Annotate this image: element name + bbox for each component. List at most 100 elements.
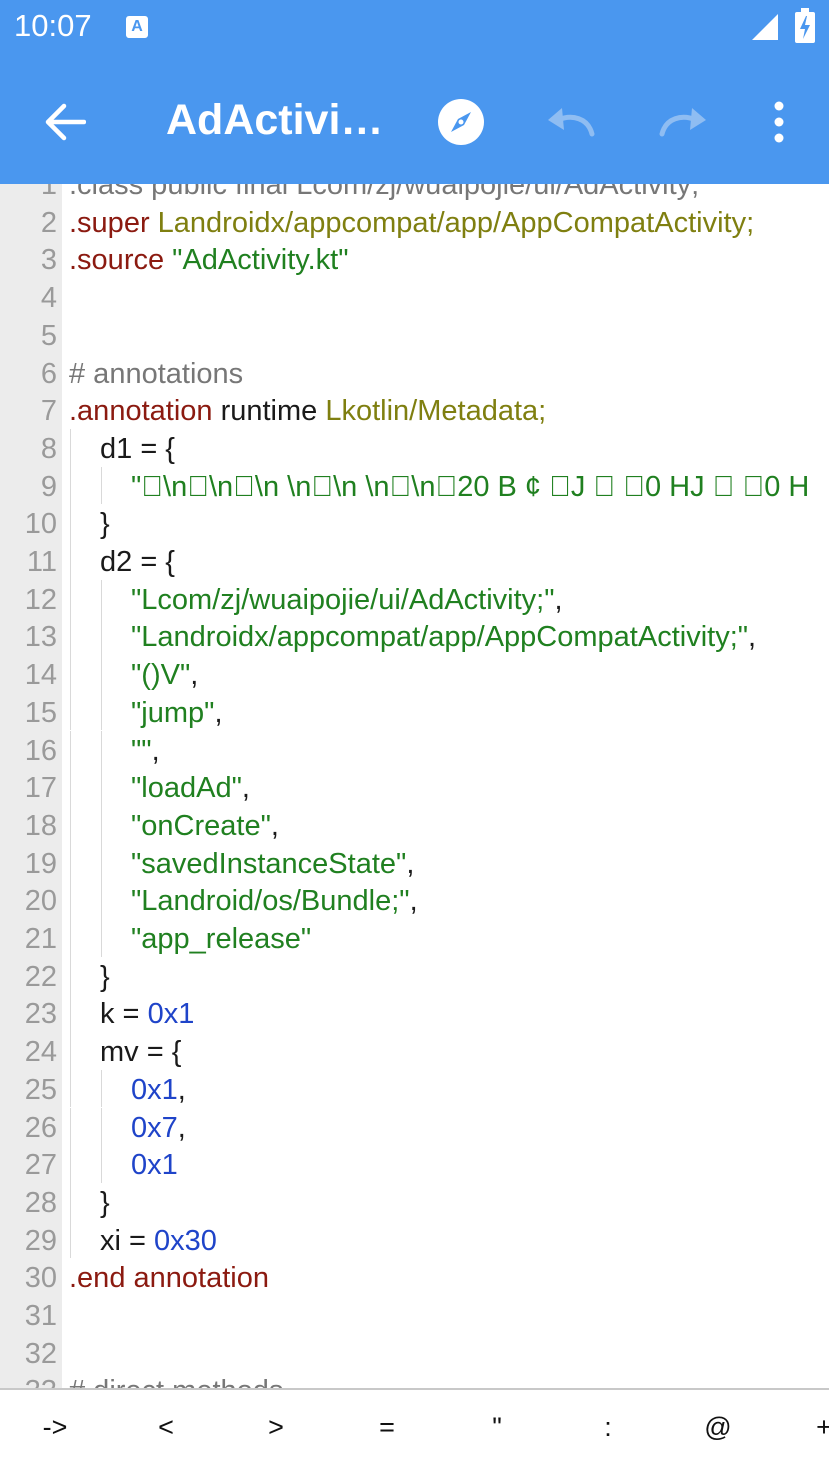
code-text: k = 0x1: [100, 998, 194, 1031]
symbol-key[interactable]: ": [467, 1412, 527, 1443]
symbol-key[interactable]: +: [794, 1412, 829, 1443]
code-text: xi = 0x30: [100, 1225, 217, 1258]
code-token: d2 = {: [100, 546, 175, 578]
code-line[interactable]: 1 .class public final Lcom/zj/wuaipojie/u…: [0, 184, 829, 203]
code-line[interactable]: 5: [0, 316, 829, 354]
code-text: " \n\n\n \n\n \n\n 20 B ¢ J  0 HJ…: [131, 471, 809, 504]
code-token: 0x7: [131, 1111, 178, 1144]
undo-icon[interactable]: [546, 104, 598, 138]
line-number: 30: [24, 1262, 57, 1295]
code-token: ,: [151, 734, 160, 767]
line-number: 26: [24, 1111, 57, 1144]
code-token: }: [100, 508, 110, 541]
code-token: 0x30: [154, 1224, 217, 1257]
code-line[interactable]: 22}: [0, 956, 829, 995]
code-token: k =: [100, 998, 148, 1031]
indent-guide: [70, 692, 71, 731]
symbol-key[interactable]: >: [246, 1412, 306, 1443]
indent-guide: [70, 956, 71, 995]
code-line[interactable]: 8 d1 = {: [0, 428, 829, 467]
code-line[interactable]: 20 "Landroid/os/Bundle;",: [0, 881, 829, 919]
line-number: 7: [40, 395, 57, 428]
code-text: "jump",: [131, 697, 223, 730]
indent-guide: [101, 1107, 102, 1146]
code-line[interactable]: 17 "loadAd",: [0, 768, 829, 806]
line-number: 11: [26, 546, 57, 578]
code-line[interactable]: 27 0x1: [0, 1145, 829, 1183]
indent-guide: [70, 655, 71, 693]
code-token: "app_release": [131, 923, 312, 955]
code-line[interactable]: 18 "onCreate",: [0, 805, 829, 844]
line-number: 3: [40, 244, 57, 277]
symbol-key[interactable]: ->: [25, 1412, 85, 1443]
line-number: 9: [40, 470, 57, 503]
code-text: .end annotation: [69, 1262, 269, 1295]
symbol-key[interactable]: @: [688, 1412, 748, 1443]
code-text: d2 = {: [100, 546, 175, 579]
line-number: 27: [24, 1149, 57, 1182]
code-line[interactable]: 28}: [0, 1182, 829, 1221]
indent-guide: [70, 542, 71, 580]
code-text: "savedInstanceState",: [131, 848, 414, 881]
code-line[interactable]: 6 # annotations: [0, 354, 829, 392]
indent-guide: [70, 768, 71, 806]
code-line[interactable]: 12 "Lcom/zj/wuaipojie/ui/AdActivity;",: [0, 579, 829, 618]
code-line[interactable]: 16 "",: [0, 730, 829, 769]
indent-guide: [101, 466, 102, 505]
compass-icon[interactable]: [437, 98, 485, 146]
code-token: ,: [241, 772, 250, 805]
code-token: .super: [69, 206, 150, 239]
code-line[interactable]: 29 xi = 0x30: [0, 1220, 829, 1259]
indent-guide: [101, 881, 102, 919]
symbol-input-bar: -> < > = ": @ +: [0, 1388, 829, 1478]
code-line[interactable]: 23 k = 0x1: [0, 994, 829, 1033]
line-number: 4: [40, 282, 57, 315]
code-token: # direct methods: [69, 1375, 283, 1388]
code-line[interactable]: 9 " \n\n\n \n\n \n\n 20 B ¢ J  0 H…: [0, 466, 829, 505]
code-line[interactable]: 7 .annotation runtime Lkotlin/Metadata;: [0, 391, 829, 429]
code-line[interactable]: 19 "savedInstanceState",: [0, 843, 829, 882]
line-number: 6: [40, 357, 57, 390]
code-text: .class public final Lcom/zj/wuaipojie/ui…: [69, 184, 699, 202]
code-token: "loadAd": [131, 772, 242, 805]
more-vert-icon[interactable]: [764, 98, 794, 146]
symbol-key[interactable]: :: [578, 1412, 638, 1443]
symbol-key[interactable]: <: [136, 1412, 196, 1443]
code-line[interactable]: 26 0x7,: [0, 1107, 829, 1146]
code-text: .super Landroidx/appcompat/app/AppCompat…: [69, 207, 754, 240]
code-line[interactable]: 13 "Landroidx/appcompat/app/AppCompatActi…: [0, 617, 829, 656]
code-line[interactable]: 2 .super Landroidx/appcompat/app/AppCompa…: [0, 203, 829, 241]
symbol-key[interactable]: =: [357, 1412, 417, 1443]
indent-guide: [101, 730, 102, 769]
text-notification-icon: A: [126, 16, 148, 38]
code-line[interactable]: 14 "()V",: [0, 655, 829, 693]
code-line[interactable]: 33 # direct methods: [0, 1371, 829, 1388]
line-number: 12: [24, 583, 57, 616]
code-line[interactable]: 24 mv = {: [0, 1032, 829, 1070]
code-token: " \n\n\n \n\n \n\n 20 B ¢ J  0 HJ…: [131, 470, 810, 503]
code-line[interactable]: 31: [0, 1296, 829, 1334]
indent-guide: [101, 919, 102, 957]
code-line[interactable]: 10}: [0, 504, 829, 542]
code-line[interactable]: 30 .end annotation: [0, 1258, 829, 1296]
code-line[interactable]: 3 .source "AdActivity.kt": [0, 240, 829, 278]
code-text: 0x7,: [131, 1112, 186, 1145]
arrow-left-icon[interactable]: [44, 102, 86, 142]
code-text: "Landroid/os/Bundle;",: [131, 885, 418, 918]
code-line[interactable]: 21 "app_release": [0, 919, 829, 957]
indent-guide: [101, 692, 102, 731]
code-line[interactable]: 25 0x1,: [0, 1069, 829, 1108]
code-line[interactable]: 4: [0, 278, 829, 316]
indent-guide: [70, 466, 71, 505]
code-token: .annotation: [69, 395, 213, 428]
code-line[interactable]: 15 "jump",: [0, 692, 829, 731]
code-editor[interactable]: 1 .class public final Lcom/zj/wuaipojie/u…: [0, 184, 829, 1388]
code-token: "Landroidx/appcompat/app/AppCompatActivi…: [131, 621, 749, 654]
redo-icon[interactable]: [656, 104, 708, 138]
code-text: # direct methods: [69, 1375, 283, 1388]
code-line[interactable]: 32: [0, 1334, 829, 1372]
code-token: runtime: [212, 395, 326, 428]
code-line[interactable]: 11 d2 = {: [0, 542, 829, 580]
